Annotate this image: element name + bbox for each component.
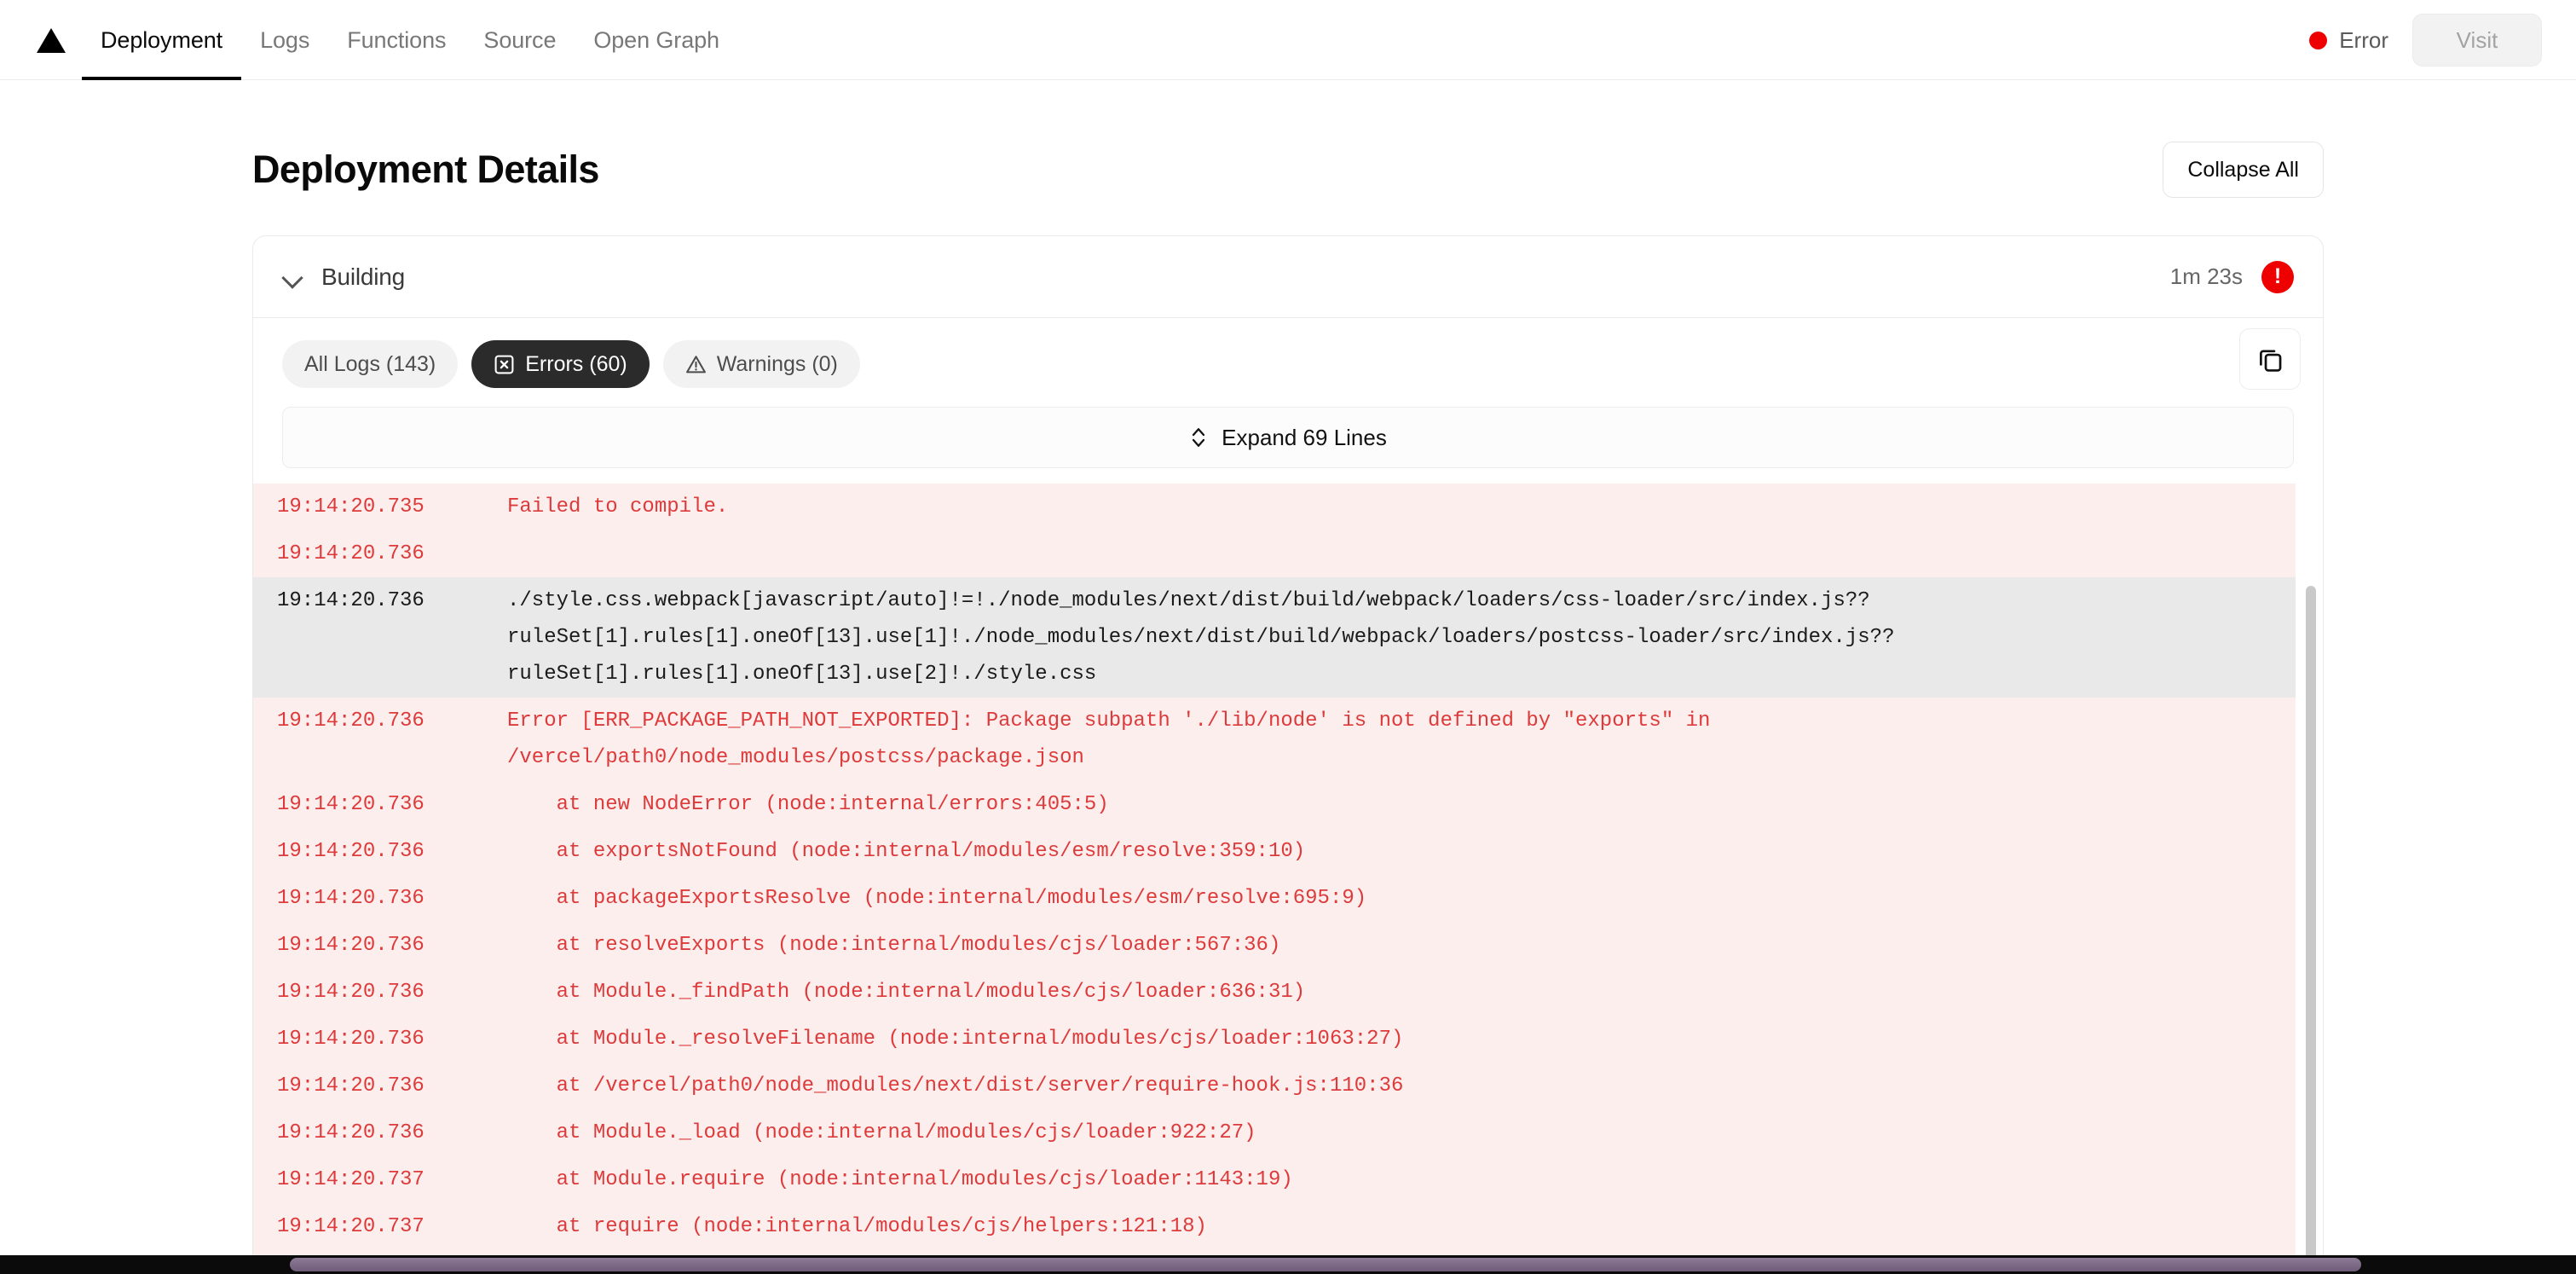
log-row: 19:14:20.737 at Module.require (node:int…: [253, 1156, 2296, 1203]
horizontal-scrollbar-thumb[interactable]: [290, 1258, 2361, 1271]
horizontal-scrollbar-track[interactable]: [0, 1255, 2576, 1274]
tab-functions[interactable]: Functions: [328, 0, 465, 80]
filter-errors-label: Errors (60): [525, 351, 627, 376]
expand-lines-button[interactable]: Expand 69 Lines: [282, 407, 2294, 468]
tab-open-graph[interactable]: Open Graph: [575, 0, 738, 80]
tab-logs[interactable]: Logs: [241, 0, 328, 80]
vercel-triangle-icon[interactable]: [29, 0, 73, 80]
building-section-title: Building: [321, 263, 406, 290]
log-message: at Module._findPath (node:internal/modul…: [507, 981, 1306, 1004]
log-timestamp: 19:14:20.736: [277, 887, 425, 910]
log-output-list[interactable]: 19:14:20.735 Failed to compile. 19:14:20.7…: [253, 484, 2323, 1274]
filter-all-logs[interactable]: All Logs (143): [282, 340, 459, 388]
log-timestamp: 19:14:20.736: [277, 981, 425, 1004]
log-message: at Module.require (node:internal/modules…: [507, 1168, 1293, 1191]
log-row: 19:14:20.736 at resolveExports (node:int…: [253, 922, 2296, 969]
log-message: Error [ERR_PACKAGE_PATH_NOT_EXPORTED]: P…: [507, 709, 1711, 769]
log-row: 19:14:20.735 Failed to compile.: [253, 484, 2296, 530]
log-message: [507, 536, 2296, 572]
log-timestamp: 19:14:20.736: [277, 934, 425, 957]
error-square-icon: [494, 355, 514, 374]
log-row: 19:14:20.736 at Module._findPath (node:i…: [253, 969, 2296, 1016]
copy-logs-button[interactable]: [2239, 328, 2301, 390]
deployment-status: Error: [2309, 27, 2388, 54]
expand-lines-label: Expand 69 Lines: [1222, 424, 1387, 450]
building-section-meta: 1m 23s !: [2169, 260, 2294, 293]
log-message: at Module._resolveFilename (node:interna…: [507, 1028, 1404, 1051]
filter-warnings[interactable]: Warnings (0): [662, 340, 860, 388]
page-title: Deployment Details: [252, 148, 599, 191]
tab-deployment-label: Deployment: [101, 26, 223, 53]
log-message: at new NodeError (node:internal/errors:4…: [507, 793, 1109, 816]
warning-triangle-icon: [685, 355, 706, 373]
log-row: 19:14:20.736 at new NodeError (node:inte…: [253, 781, 2296, 828]
log-timestamp: 19:14:20.735: [277, 495, 425, 518]
log-row: 19:14:20.736 at packageExportsResolve (n…: [253, 875, 2296, 922]
log-message: at exportsNotFound (node:internal/module…: [507, 840, 1306, 863]
log-row: 19:14:20.736 Error [ERR_PACKAGE_PATH_NOT_…: [253, 698, 2296, 781]
building-section-header[interactable]: Building 1m 23s !: [253, 236, 2323, 318]
log-message: ./style.css.webpack[javascript/auto]!=!.…: [507, 589, 1895, 686]
building-section-card: Building 1m 23s ! All Logs (143) Errors …: [252, 235, 2324, 1274]
log-row: 19:14:20.736 at /vercel/path0/node_modul…: [253, 1063, 2296, 1109]
log-timestamp: 19:14:20.736: [277, 1074, 425, 1097]
nav-right-group: Error Visit: [2309, 0, 2542, 80]
build-duration: 1m 23s: [2169, 263, 2243, 289]
log-timestamp: 19:14:20.736: [277, 589, 425, 612]
tab-open-graph-label: Open Graph: [593, 26, 719, 53]
log-row: 19:14:20.736 at Module._load (node:inter…: [253, 1109, 2296, 1156]
log-timestamp: 19:14:20.736: [277, 1121, 425, 1144]
log-timestamp: 19:14:20.736: [277, 542, 425, 565]
log-timestamp: 19:14:20.736: [277, 840, 425, 863]
status-label: Error: [2339, 26, 2388, 53]
filter-all-logs-label: All Logs (143): [304, 351, 436, 376]
tab-functions-label: Functions: [347, 26, 447, 53]
tab-logs-label: Logs: [260, 26, 310, 53]
log-timestamp: 19:14:20.737: [277, 1168, 425, 1191]
copy-icon: [2260, 350, 2282, 372]
log-message: at require (node:internal/modules/cjs/he…: [507, 1215, 1207, 1238]
log-message: Failed to compile.: [507, 495, 729, 518]
log-row: 19:14:20.736 at exportsNotFound (node:in…: [253, 828, 2296, 875]
log-timestamp: 19:14:20.736: [277, 793, 425, 816]
log-message: at Module._load (node:internal/modules/c…: [507, 1121, 1256, 1144]
status-dot-icon: [2309, 31, 2328, 49]
log-row: 19:14:20.736: [253, 530, 2296, 577]
filter-errors[interactable]: Errors (60): [471, 340, 650, 388]
log-message: at packageExportsResolve (node:internal/…: [507, 887, 1367, 910]
nav-left-group: Deployment Logs Functions Source Open Gr…: [29, 0, 738, 80]
visit-button[interactable]: Visit: [2412, 14, 2542, 67]
chevron-up-down-icon: [1193, 428, 1205, 447]
error-badge-icon: !: [2261, 260, 2294, 293]
log-timestamp: 19:14:20.737: [277, 1215, 425, 1238]
log-row: 19:14:20.736 ./style.css.webpack[javascri…: [253, 577, 2296, 698]
nav-tabs: Deployment Logs Functions Source Open Gr…: [82, 0, 738, 80]
vertical-scrollbar[interactable]: [2306, 586, 2316, 1274]
log-row: 19:14:20.737 at require (node:internal/m…: [253, 1203, 2296, 1250]
log-row: 19:14:20.736 at Module._resolveFilename …: [253, 1016, 2296, 1063]
collapse-all-button[interactable]: Collapse All: [2163, 142, 2324, 198]
top-navigation-bar: Deployment Logs Functions Source Open Gr…: [0, 0, 2576, 80]
log-timestamp: 19:14:20.736: [277, 1028, 425, 1051]
log-timestamp: 19:14:20.736: [277, 709, 425, 733]
log-lines-container: 19:14:20.735 Failed to compile. 19:14:20.7…: [253, 484, 2296, 1274]
log-message: at /vercel/path0/node_modules/next/dist/…: [507, 1074, 1404, 1097]
page-header: Deployment Details Collapse All: [252, 80, 2324, 235]
tab-source-label: Source: [483, 26, 557, 53]
chevron-down-icon[interactable]: [282, 266, 304, 288]
page-body: Deployment Details Collapse All Building…: [0, 80, 2576, 1274]
tab-source[interactable]: Source: [465, 0, 575, 80]
tab-deployment[interactable]: Deployment: [82, 0, 242, 80]
log-filter-bar: All Logs (143) Errors (60) Warnings (0): [253, 318, 2323, 407]
filter-warnings-label: Warnings (0): [716, 351, 838, 376]
log-message: at resolveExports (node:internal/modules…: [507, 934, 1281, 957]
